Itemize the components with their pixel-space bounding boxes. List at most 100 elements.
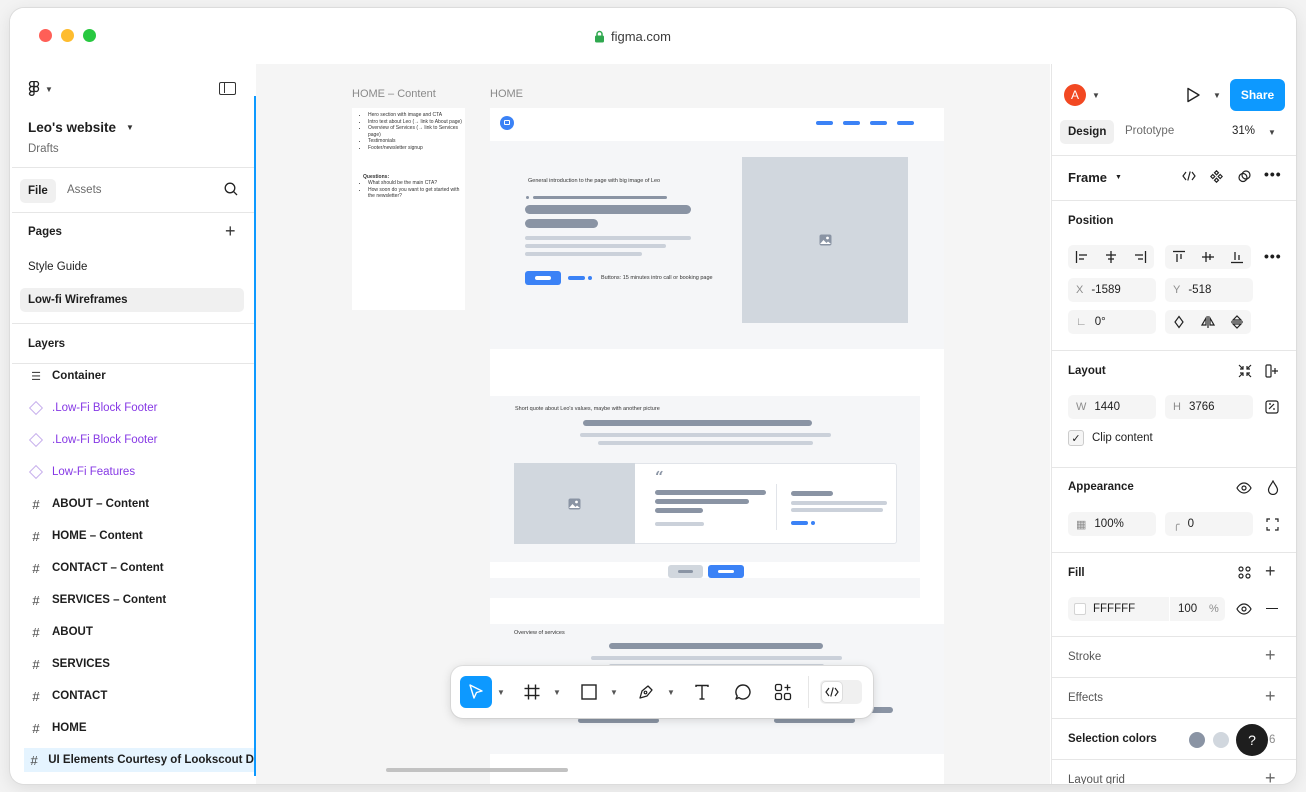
- align-bottom-icon[interactable]: [1230, 250, 1244, 264]
- toggle-sidebar-icon[interactable]: [219, 82, 236, 95]
- align-right-icon[interactable]: [1133, 250, 1147, 264]
- x-position-field[interactable]: X -1589: [1068, 278, 1156, 302]
- code-icon[interactable]: [1182, 171, 1196, 181]
- main-menu-button[interactable]: ▼: [28, 81, 53, 98]
- avatar[interactable]: A: [1064, 84, 1086, 106]
- frame-tool-button[interactable]: [516, 676, 548, 708]
- notes-frame[interactable]: Hero section with image and CTA Intro te…: [352, 108, 465, 310]
- layer-item[interactable]: Low-Fi Features: [24, 460, 254, 484]
- chevron-down-icon[interactable]: ▼: [1268, 128, 1276, 137]
- maximize-window-button[interactable]: [83, 29, 96, 42]
- selection-color-swatch[interactable]: [1213, 732, 1229, 748]
- pen-tool-button[interactable]: [630, 676, 662, 708]
- chevron-down-icon[interactable]: ▼: [126, 123, 134, 132]
- rotate-icon[interactable]: [1172, 315, 1186, 329]
- layer-item[interactable]: # ABOUT: [24, 620, 254, 644]
- resize-to-fit-icon[interactable]: [1238, 364, 1252, 378]
- share-button[interactable]: Share: [1230, 79, 1285, 111]
- component-icon[interactable]: [1210, 170, 1223, 183]
- layer-item[interactable]: .Low-Fi Block Footer: [24, 428, 254, 452]
- align-left-icon[interactable]: [1075, 250, 1089, 264]
- file-location[interactable]: Drafts: [28, 143, 59, 155]
- layer-item[interactable]: # ABOUT – Content: [24, 492, 254, 516]
- page-item-low-fi-wireframes[interactable]: Low-fi Wireframes: [20, 288, 244, 312]
- layer-item[interactable]: # SERVICES – Content: [24, 588, 254, 612]
- layer-item[interactable]: # CONTACT: [24, 684, 254, 708]
- tab-file[interactable]: File: [20, 179, 56, 203]
- close-window-button[interactable]: [39, 29, 52, 42]
- fill-opacity[interactable]: 100: [1178, 603, 1197, 615]
- align-top-icon[interactable]: [1172, 250, 1186, 264]
- auto-layout-icon[interactable]: [1265, 364, 1279, 378]
- horizontal-scrollbar[interactable]: [386, 768, 568, 772]
- eye-icon[interactable]: [1236, 603, 1252, 615]
- fill-row[interactable]: FFFFFF 100 %: [1068, 597, 1225, 621]
- align-center-h-icon[interactable]: [1104, 250, 1118, 264]
- layer-item[interactable]: ☰ Container: [24, 364, 254, 388]
- frame-icon: #: [32, 560, 40, 576]
- page-item-style-guide[interactable]: Style Guide: [28, 261, 87, 273]
- flip-horizontal-icon[interactable]: [1200, 315, 1215, 329]
- tab-design[interactable]: Design: [1060, 120, 1115, 144]
- layer-item[interactable]: .Low-Fi Block Footer: [24, 396, 254, 420]
- clip-content-checkbox[interactable]: ✓: [1068, 430, 1084, 446]
- y-position-field[interactable]: Y -518: [1165, 278, 1253, 302]
- add-stroke-icon[interactable]: +: [1265, 645, 1276, 666]
- tab-assets[interactable]: Assets: [67, 184, 102, 196]
- height-field[interactable]: H 3766: [1165, 395, 1253, 419]
- opacity-value: 100%: [1094, 518, 1124, 530]
- chevron-down-icon[interactable]: ▼: [497, 688, 505, 697]
- constraints-icon[interactable]: [1265, 400, 1279, 414]
- fill-hex[interactable]: FFFFFF: [1093, 603, 1135, 615]
- shape-tool-button[interactable]: [573, 676, 605, 708]
- address-bar[interactable]: figma.com: [594, 28, 671, 44]
- tab-prototype[interactable]: Prototype: [1125, 125, 1174, 137]
- dev-mode-toggle[interactable]: [820, 680, 862, 704]
- add-effect-icon[interactable]: +: [1265, 686, 1276, 707]
- layer-item-selected[interactable]: # UI Elements Courtesy of Lookscout D: [24, 748, 254, 772]
- add-fill-icon[interactable]: +: [1265, 561, 1276, 582]
- comment-tool-button[interactable]: [727, 676, 759, 708]
- flip-vertical-icon[interactable]: [1230, 315, 1244, 329]
- search-icon[interactable]: [224, 182, 238, 196]
- move-tool-button[interactable]: [460, 676, 492, 708]
- actions-button[interactable]: [767, 676, 799, 708]
- selection-color-swatch[interactable]: [1189, 732, 1205, 748]
- add-page-icon[interactable]: +: [225, 221, 236, 241]
- frame-label-home-content[interactable]: HOME – Content: [352, 88, 436, 100]
- eye-icon[interactable]: [1236, 482, 1252, 494]
- more-options-icon[interactable]: •••: [1264, 166, 1282, 182]
- chevron-down-icon[interactable]: ▼: [1092, 91, 1100, 100]
- more-alignment-icon[interactable]: •••: [1264, 248, 1282, 264]
- zoom-level[interactable]: 31%: [1232, 125, 1255, 137]
- layer-item[interactable]: # HOME – Content: [24, 524, 254, 548]
- blend-mode-icon[interactable]: [1267, 480, 1279, 495]
- layer-item[interactable]: # HOME: [24, 716, 254, 740]
- chevron-down-icon[interactable]: ▼: [610, 688, 618, 697]
- frame-label-home[interactable]: HOME: [490, 88, 523, 100]
- boolean-icon[interactable]: [1238, 170, 1251, 183]
- help-button[interactable]: ?: [1236, 724, 1268, 756]
- add-layout-grid-icon[interactable]: +: [1265, 768, 1276, 784]
- individual-corners-icon[interactable]: [1266, 518, 1279, 531]
- canvas[interactable]: HOME – Content HOME Hero section with im…: [256, 64, 1050, 784]
- layer-item[interactable]: # CONTACT – Content: [24, 556, 254, 580]
- opacity-field[interactable]: ▦ 100%: [1068, 512, 1156, 536]
- corner-radius-field[interactable]: ╭ 0: [1165, 512, 1253, 536]
- remove-fill-icon[interactable]: [1266, 608, 1278, 610]
- file-name[interactable]: Leo's website: [28, 120, 116, 135]
- play-icon[interactable]: [1186, 87, 1200, 103]
- width-field[interactable]: W 1440: [1068, 395, 1156, 419]
- appearance-heading: Appearance: [1068, 481, 1134, 493]
- chevron-down-icon[interactable]: ▼: [553, 688, 561, 697]
- fill-swatch[interactable]: [1074, 603, 1086, 615]
- chevron-down-icon[interactable]: ▼: [667, 688, 675, 697]
- frame-type-dropdown[interactable]: Frame ▼: [1068, 170, 1122, 185]
- minimize-window-button[interactable]: [61, 29, 74, 42]
- text-tool-button[interactable]: [686, 676, 718, 708]
- layer-item[interactable]: # SERVICES: [24, 652, 254, 676]
- styles-icon[interactable]: [1238, 566, 1251, 579]
- align-middle-v-icon[interactable]: [1201, 250, 1215, 264]
- chevron-down-icon[interactable]: ▼: [1213, 91, 1221, 100]
- rotation-field[interactable]: ∟ 0°: [1068, 310, 1156, 334]
